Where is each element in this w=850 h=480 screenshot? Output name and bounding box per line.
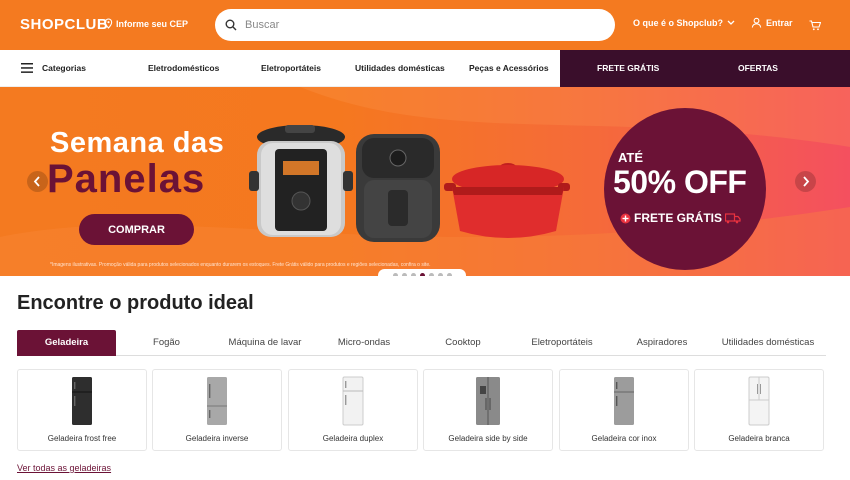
section-title: Encontre o produto ideal <box>17 292 254 314</box>
fridge-black-image <box>72 377 92 425</box>
banner-next-arrow[interactable] <box>795 171 816 192</box>
plus-circle-icon <box>620 213 631 223</box>
carousel-dot-active[interactable] <box>419 273 425 276</box>
tab-geladeira[interactable]: Geladeira <box>17 330 116 356</box>
fridge-white-tall-image <box>748 376 770 426</box>
carousel-dot[interactable] <box>392 273 398 276</box>
chevron-right-icon <box>803 176 810 187</box>
carousel-dots <box>378 269 466 276</box>
chevron-down-icon <box>727 20 735 25</box>
promo-banner[interactable]: Semana das Panelas COMPRAR *Imagens ilus… <box>0 87 850 276</box>
card-label: Geladeira duplex <box>322 434 384 443</box>
card-geladeira-duplex[interactable]: Geladeira duplex <box>288 369 418 451</box>
product-cards: Geladeira frost free Geladeira inverse G… <box>17 369 826 451</box>
card-label: Geladeira side by side <box>448 434 528 443</box>
tab-aspiradores[interactable]: Aspiradores <box>629 330 695 356</box>
see-all-fridges-link[interactable]: Ver todas as geladeiras <box>17 463 111 473</box>
cep-label: Informe seu CEP <box>116 18 189 29</box>
tab-micro-ondas[interactable]: Micro-ondas <box>330 330 398 356</box>
nav-highlight-bar: FRETE GRÁTIS OFERTAS <box>560 50 850 87</box>
fridge-white-image <box>342 376 364 426</box>
banner-disclaimer: *Imagens ilustrativas. Promoção válida p… <box>50 262 431 268</box>
about-label: O que é o Shopclub? <box>633 18 723 28</box>
nav-frete-gratis[interactable]: FRETE GRÁTIS <box>597 50 659 87</box>
badge-ate-text: ATÉ <box>618 150 644 165</box>
card-label: Geladeira inverse <box>185 434 249 443</box>
carousel-dot[interactable] <box>410 273 416 276</box>
card-label: Geladeira branca <box>728 434 790 443</box>
cep-link[interactable]: Informe seu CEP <box>104 18 188 29</box>
card-geladeira-cor-inox[interactable]: Geladeira cor inox <box>559 369 689 451</box>
search-bar[interactable] <box>215 9 615 41</box>
nav-item-eletrodomesticos[interactable]: Eletrodomésticos <box>148 50 219 87</box>
card-label: Geladeira frost free <box>47 434 117 443</box>
nav-item-utilidades[interactable]: Utilidades domésticas <box>355 50 445 87</box>
carousel-dot[interactable] <box>401 273 407 276</box>
tab-maquina-de-lavar[interactable]: Máquina de lavar <box>220 330 310 356</box>
carousel-dot[interactable] <box>428 273 434 276</box>
nav-item-eletroportateis[interactable]: Eletroportáteis <box>261 50 321 87</box>
top-header: SHOPCLUB Informe seu CEP O que é o Shopc… <box>0 0 850 50</box>
card-label: Geladeira cor inox <box>591 434 657 443</box>
category-nav: Categorias Eletrodomésticos Eletroportát… <box>0 50 850 87</box>
nav-categorias[interactable]: Categorias <box>42 50 86 87</box>
chevron-left-icon <box>33 176 40 187</box>
shopclub-logo[interactable]: SHOPCLUB <box>20 16 108 33</box>
tab-fogao[interactable]: Fogão <box>135 330 198 356</box>
banner-prev-arrow[interactable] <box>27 171 48 192</box>
card-geladeira-branca[interactable]: Geladeira branca <box>694 369 824 451</box>
banner-headline-1: Semana das <box>50 127 225 159</box>
login-link[interactable]: Entrar <box>751 17 793 28</box>
cart-button[interactable] <box>809 18 822 36</box>
comprar-button[interactable]: COMPRAR <box>79 214 194 245</box>
login-label: Entrar <box>766 17 793 28</box>
nav-ofertas[interactable]: OFERTAS <box>738 50 778 87</box>
nav-item-pecas[interactable]: Peças e Acessórios <box>469 50 549 87</box>
carousel-dot[interactable] <box>437 273 443 276</box>
tab-eletroportateis[interactable]: Eletroportáteis <box>522 330 602 356</box>
card-geladeira-side-by-side[interactable]: Geladeira side by side <box>423 369 553 451</box>
fridge-steel-image <box>207 377 227 425</box>
menu-icon[interactable] <box>21 63 33 73</box>
fridge-inox-image <box>614 377 634 425</box>
badge-frete-text: FRETE GRÁTIS <box>634 211 723 225</box>
badge-frete: FRETE GRÁTIS <box>620 211 741 225</box>
product-tabs: Geladeira Fogão Máquina de lavar Micro-o… <box>17 330 826 356</box>
discount-badge: ATÉ 50% OFF FRETE GRÁTIS <box>604 108 766 270</box>
casserole-pot-image <box>444 163 570 238</box>
carousel-dot[interactable] <box>446 273 452 276</box>
tab-cooktop[interactable]: Cooktop <box>432 330 494 356</box>
tab-utilidades-domesticas[interactable]: Utilidades domésticas <box>716 330 820 356</box>
banner-headline-2: Panelas <box>47 157 206 201</box>
air-fryer-image <box>356 134 440 242</box>
about-shopclub-dropdown[interactable]: O que é o Shopclub? <box>633 18 735 28</box>
badge-off-text: 50% OFF <box>613 164 747 200</box>
pressure-cooker-image <box>249 125 353 237</box>
search-input[interactable] <box>245 19 585 31</box>
card-geladeira-frost-free[interactable]: Geladeira frost free <box>17 369 147 451</box>
fridge-side-by-side-image <box>476 377 500 425</box>
delivery-truck-icon <box>725 212 741 223</box>
card-geladeira-inverse[interactable]: Geladeira inverse <box>152 369 282 451</box>
cart-icon <box>809 20 822 31</box>
user-icon <box>751 17 762 28</box>
location-pin-icon <box>104 18 113 29</box>
search-icon[interactable] <box>225 19 237 31</box>
